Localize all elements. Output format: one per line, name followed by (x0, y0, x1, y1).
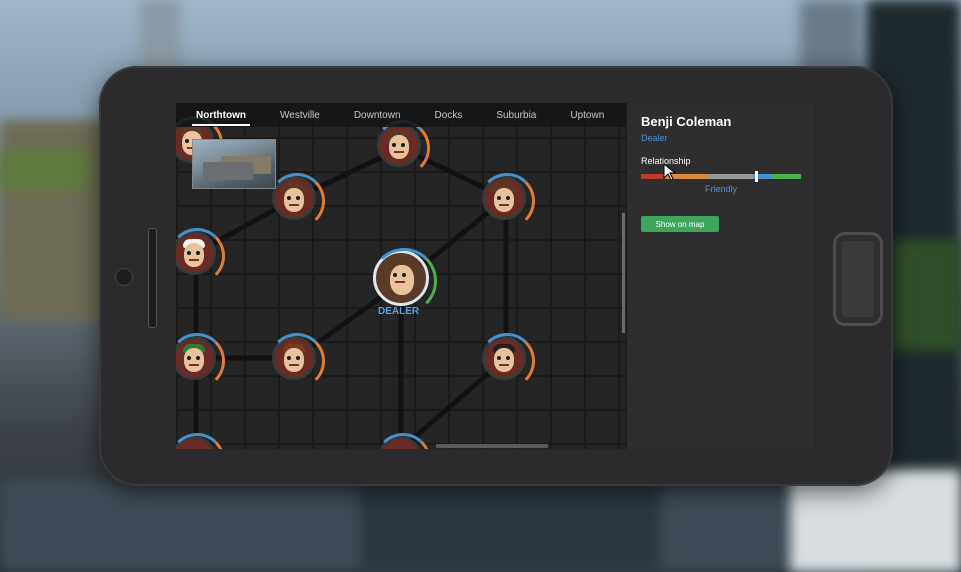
selected-dealer-portrait[interactable] (371, 248, 437, 314)
contacts-map[interactable]: DEALER Northtown Westville Downtown Dock… (176, 103, 626, 449)
contact-portrait[interactable] (269, 173, 325, 229)
vertical-scrollbar[interactable] (622, 213, 625, 333)
background-foliage (891, 240, 961, 350)
horizontal-scrollbar[interactable] (436, 444, 548, 448)
contact-portrait[interactable] (479, 333, 535, 389)
contact-portrait[interactable] (269, 333, 325, 389)
tab-docks[interactable]: Docks (431, 108, 467, 123)
contact-portrait[interactable] (176, 433, 225, 449)
tab-westville[interactable]: Westville (276, 108, 324, 123)
contact-detail-panel: Benji Coleman Dealer Relationship Friend… (626, 103, 814, 449)
map-preview-thumbnail (192, 139, 276, 189)
tab-downtown[interactable]: Downtown (350, 108, 405, 123)
dealer-label: DEALER (378, 306, 420, 317)
relationship-value: Friendly (705, 184, 738, 194)
phone-device: DEALER Northtown Westville Downtown Dock… (99, 66, 893, 486)
tab-northtown[interactable]: Northtown (192, 108, 250, 126)
contact-portrait[interactable] (176, 228, 225, 284)
show-on-map-button[interactable]: Show on map (641, 216, 719, 232)
phone-screen: DEALER Northtown Westville Downtown Dock… (176, 103, 814, 449)
region-tabs: Northtown Westville Downtown Docks Subur… (176, 103, 626, 127)
mouse-cursor-icon (663, 163, 677, 181)
tab-uptown[interactable]: Uptown (566, 108, 608, 123)
phone-side-slot (148, 228, 157, 328)
phone-camera (115, 268, 133, 286)
contact-name: Benji Coleman (641, 114, 732, 129)
relationship-marker (755, 171, 759, 182)
phone-home-button[interactable] (833, 232, 883, 326)
contact-portrait[interactable] (176, 333, 225, 389)
background-floor (360, 480, 660, 572)
tab-suburbia[interactable]: Suburbia (492, 108, 540, 123)
contact-portrait[interactable] (374, 120, 430, 176)
contact-portrait[interactable] (479, 173, 535, 229)
background-roof (0, 150, 90, 190)
contact-role: Dealer (641, 133, 668, 143)
